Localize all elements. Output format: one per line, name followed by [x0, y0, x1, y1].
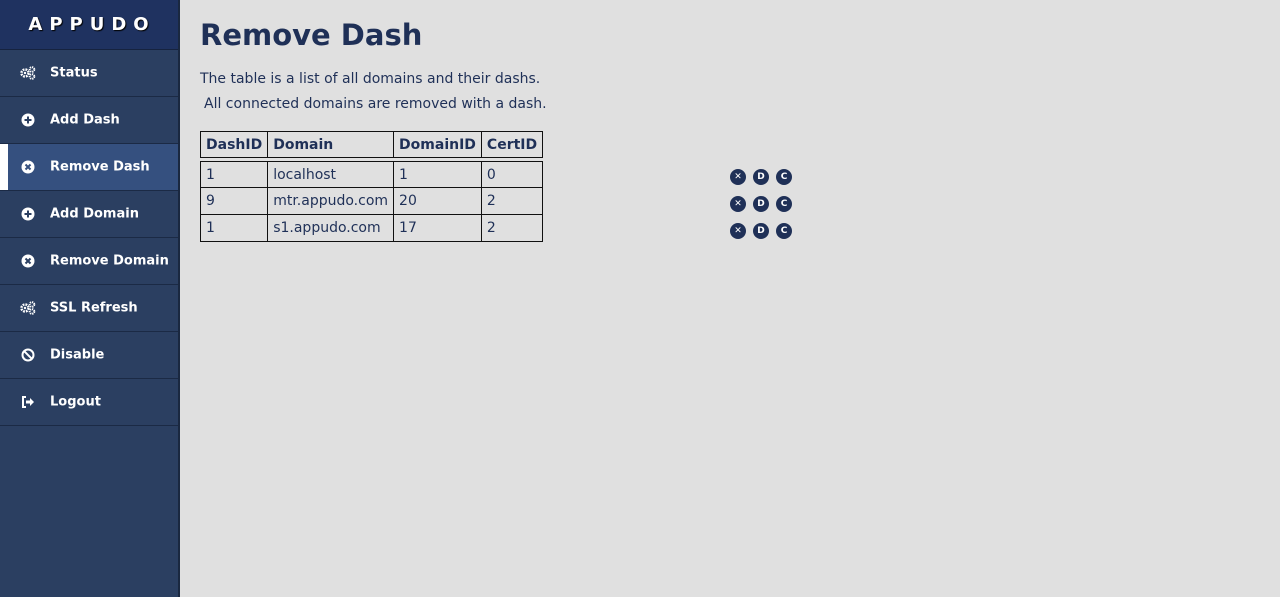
page-title: Remove Dash [200, 18, 423, 52]
x-circle-icon [20, 253, 36, 269]
plus-circle-icon [20, 206, 36, 222]
remove-icon[interactable]: ✕ [730, 169, 746, 185]
sidebar-item-label: Add Domain [50, 206, 139, 222]
brand-text: APPUDO [28, 14, 156, 35]
sidebar-item-remove-domain[interactable]: Remove Domain [0, 238, 178, 285]
row-actions: ✕ D C [730, 169, 792, 185]
cert-icon[interactable]: C [776, 169, 792, 185]
cell-certid: 0 [481, 161, 544, 188]
table-row: 9 mtr.appudo.com 20 2 [200, 188, 544, 215]
remove-icon[interactable]: ✕ [730, 196, 746, 212]
dash-table: DashID Domain DomainID CertID 1 localhos… [200, 131, 544, 242]
sidebar-item-add-domain[interactable]: Add Domain [0, 191, 178, 238]
sidebar-item-label: Remove Domain [50, 253, 169, 269]
gears-icon [20, 65, 36, 81]
column-header-dashid: DashID [200, 131, 269, 158]
sidebar-item-label: Status [50, 65, 98, 81]
cell-domainid: 20 [394, 188, 482, 215]
cell-domain: mtr.appudo.com [268, 188, 395, 215]
description-line-1: The table is a list of all domains and t… [200, 71, 541, 87]
dash-icon[interactable]: D [753, 196, 769, 212]
row-actions: ✕ D C [730, 223, 792, 239]
dash-icon[interactable]: D [753, 169, 769, 185]
sidebar: APPUDO Status Add Dash Remove Dash Add D… [0, 0, 180, 597]
cell-domainid: 17 [394, 215, 482, 242]
column-header-domain: Domain [268, 131, 395, 158]
table-header-row: DashID Domain DomainID CertID [200, 131, 544, 158]
sidebar-item-ssl-refresh[interactable]: SSL Refresh [0, 285, 178, 332]
cell-domain: localhost [268, 161, 395, 188]
sidebar-item-remove-dash[interactable]: Remove Dash [0, 144, 178, 191]
table-row: 1 localhost 1 0 [200, 161, 544, 188]
sidebar-item-label: Disable [50, 347, 105, 363]
brand-logo[interactable]: APPUDO [0, 0, 178, 50]
cell-certid: 2 [481, 215, 544, 242]
sidebar-item-label: SSL Refresh [50, 300, 138, 316]
row-actions: ✕ D C [730, 196, 792, 212]
sidebar-item-disable[interactable]: Disable [0, 332, 178, 379]
column-header-certid: CertID [481, 131, 544, 158]
cell-dashid: 1 [200, 161, 269, 188]
cell-dashid: 9 [200, 188, 269, 215]
sidebar-item-label: Logout [50, 394, 101, 410]
remove-icon[interactable]: ✕ [730, 223, 746, 239]
sidebar-item-status[interactable]: Status [0, 50, 178, 97]
plus-circle-icon [20, 112, 36, 128]
ban-icon [20, 347, 36, 363]
sidebar-item-label: Remove Dash [50, 159, 150, 175]
sidebar-item-label: Add Dash [50, 112, 120, 128]
cert-icon[interactable]: C [776, 196, 792, 212]
dash-icon[interactable]: D [753, 223, 769, 239]
gears-icon [20, 300, 36, 316]
sidebar-item-logout[interactable]: Logout [0, 379, 178, 426]
sign-out-icon [20, 394, 36, 410]
x-circle-icon [20, 159, 36, 175]
cert-icon[interactable]: C [776, 223, 792, 239]
sidebar-item-add-dash[interactable]: Add Dash [0, 97, 178, 144]
description-line-2: All connected domains are removed with a… [204, 96, 547, 112]
column-header-domainid: DomainID [394, 131, 482, 158]
cell-certid: 2 [481, 188, 544, 215]
cell-dashid: 1 [200, 215, 269, 242]
table-row: 1 s1.appudo.com 17 2 [200, 215, 544, 242]
cell-domainid: 1 [394, 161, 482, 188]
cell-domain: s1.appudo.com [268, 215, 395, 242]
